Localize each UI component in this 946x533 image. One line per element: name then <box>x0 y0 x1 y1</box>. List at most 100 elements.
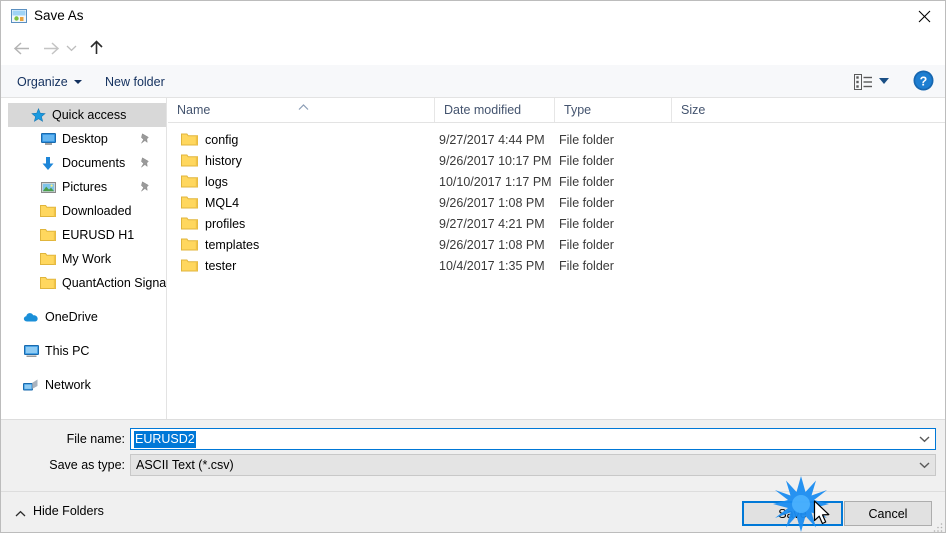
file-date: 9/26/2017 1:08 PM <box>439 238 545 252</box>
save-as-type-select[interactable]: ASCII Text (*.csv) <box>130 454 936 476</box>
sidebar-item-pictures[interactable]: Pictures <box>1 175 166 199</box>
sidebar-item-quick-access[interactable]: Quick access <box>8 103 166 127</box>
pin-icon[interactable] <box>139 180 152 193</box>
file-name-input[interactable]: EURUSD2 <box>130 428 936 450</box>
table-row[interactable]: profiles 9/27/2017 4:21 PM File folder <box>168 214 945 234</box>
sidebar-item-onedrive[interactable]: OneDrive <box>1 305 166 329</box>
save-as-type-label: Save as type: <box>49 458 125 472</box>
column-label: Date modified <box>444 103 522 117</box>
file-list-pane: Name Date modified Type Size config 9/27… <box>168 98 945 419</box>
sidebar-item-label: This PC <box>45 344 90 358</box>
close-button[interactable] <box>901 1 945 31</box>
pin-icon[interactable] <box>139 156 152 169</box>
chevron-up-icon <box>15 507 26 517</box>
change-view-button[interactable] <box>852 71 874 92</box>
table-row[interactable]: tester 10/4/2017 1:35 PM File folder <box>168 256 945 276</box>
folder-icon <box>181 237 198 252</box>
table-row[interactable]: MQL4 9/26/2017 1:08 PM File folder <box>168 193 945 213</box>
file-date: 9/27/2017 4:44 PM <box>439 133 545 147</box>
desktop-icon <box>40 131 56 147</box>
save-button-label: Save <box>778 506 807 521</box>
organize-label: Organize <box>17 74 68 89</box>
sidebar-item-documents[interactable]: Documents <box>1 151 166 175</box>
save-button[interactable]: Save <box>742 501 843 526</box>
column-header-name[interactable]: Name <box>168 98 434 122</box>
table-row[interactable]: config 9/27/2017 4:44 PM File folder <box>168 130 945 150</box>
table-row[interactable]: history 9/26/2017 10:17 PM File folder <box>168 151 945 171</box>
pin-icon[interactable] <box>139 132 152 145</box>
file-type: File folder <box>559 238 614 252</box>
network-icon <box>23 377 39 393</box>
file-name: templates <box>205 238 260 252</box>
sidebar-item-label: Pictures <box>62 180 108 194</box>
file-date: 10/10/2017 1:17 PM <box>439 175 552 189</box>
sidebar-item-network[interactable]: Network <box>1 373 166 397</box>
column-headers: Name Date modified Type Size <box>168 98 945 123</box>
folder-icon <box>181 174 198 189</box>
file-name: logs <box>205 175 228 189</box>
window-title: Save As <box>34 8 84 23</box>
column-header-type[interactable]: Type <box>554 98 671 122</box>
sidebar-item-this-pc[interactable]: This PC <box>1 339 166 363</box>
file-type: File folder <box>559 154 614 168</box>
folder-icon <box>40 275 56 291</box>
onedrive-icon <box>23 309 39 325</box>
arrow-right-icon <box>43 41 59 55</box>
new-folder-label: New folder <box>105 74 165 89</box>
recent-locations-button[interactable] <box>61 35 81 61</box>
file-name: tester <box>205 259 237 273</box>
table-row[interactable]: templates 9/26/2017 1:08 PM File folder <box>168 235 945 255</box>
table-row[interactable]: logs 10/10/2017 1:17 PM File folder <box>168 172 945 192</box>
dialog-footer: Hide Folders Save Cancel <box>1 491 945 532</box>
hide-folders-label: Hide Folders <box>33 504 104 518</box>
sidebar-item-my-work[interactable]: My Work <box>1 247 166 271</box>
folder-icon <box>181 258 198 273</box>
help-button[interactable]: ? <box>913 70 934 91</box>
sidebar-item-desktop[interactable]: Desktop <box>1 127 166 151</box>
file-date: 9/26/2017 1:08 PM <box>439 196 545 210</box>
arrow-left-icon <box>13 41 29 55</box>
chevron-down-icon <box>919 436 930 443</box>
file-type: File folder <box>559 259 614 273</box>
resize-grip-icon[interactable] <box>932 520 944 532</box>
column-header-size[interactable]: Size <box>671 98 753 122</box>
title-bar: Save As <box>1 1 945 31</box>
sidebar-group-divider <box>1 363 166 373</box>
chevron-down-icon <box>66 45 76 52</box>
file-name-dropdown-button[interactable] <box>916 431 933 447</box>
new-folder-button[interactable]: New folder <box>105 71 165 92</box>
save-as-type-dropdown-button[interactable] <box>916 457 933 473</box>
file-name: history <box>205 154 242 168</box>
file-name-label: File name: <box>66 432 125 446</box>
forward-button[interactable] <box>37 35 63 61</box>
column-header-date-modified[interactable]: Date modified <box>434 98 554 122</box>
folder-icon <box>181 132 198 147</box>
command-bar: Organize New folder ? <box>1 65 945 98</box>
sidebar-item-eurusd-h1[interactable]: EURUSD H1 <box>1 223 166 247</box>
up-button[interactable] <box>83 35 109 61</box>
chevron-down-icon <box>919 462 930 469</box>
file-date: 9/26/2017 10:17 PM <box>439 154 552 168</box>
save-dialog-icon <box>11 8 27 24</box>
thispc-icon <box>23 343 39 359</box>
column-label: Size <box>681 103 706 117</box>
file-name-value: EURUSD2 <box>134 430 196 448</box>
back-button[interactable] <box>9 35 35 61</box>
sidebar-item-label: Network <box>45 378 91 392</box>
cancel-button[interactable]: Cancel <box>844 501 932 526</box>
dialog-body: Quick access Desktop Documents Pictures … <box>1 98 945 419</box>
file-type: File folder <box>559 133 614 147</box>
hide-folders-button[interactable]: Hide Folders <box>15 502 104 520</box>
sidebar-item-downloaded[interactable]: Downloaded <box>1 199 166 223</box>
file-type: File folder <box>559 217 614 231</box>
arrow-up-icon <box>89 40 103 54</box>
save-as-dialog: Save As Search 915566BA06ADA40756... Org… <box>0 0 946 533</box>
sidebar-item-quantaction-signal[interactable]: QuantAction Signal <box>1 271 166 295</box>
file-name: profiles <box>205 217 246 231</box>
download-icon <box>40 155 56 171</box>
close-icon <box>918 10 930 22</box>
file-type: File folder <box>559 196 614 210</box>
view-dropdown-button[interactable] <box>879 78 889 84</box>
svg-text:?: ? <box>920 74 928 88</box>
organize-button[interactable]: Organize <box>17 71 82 92</box>
